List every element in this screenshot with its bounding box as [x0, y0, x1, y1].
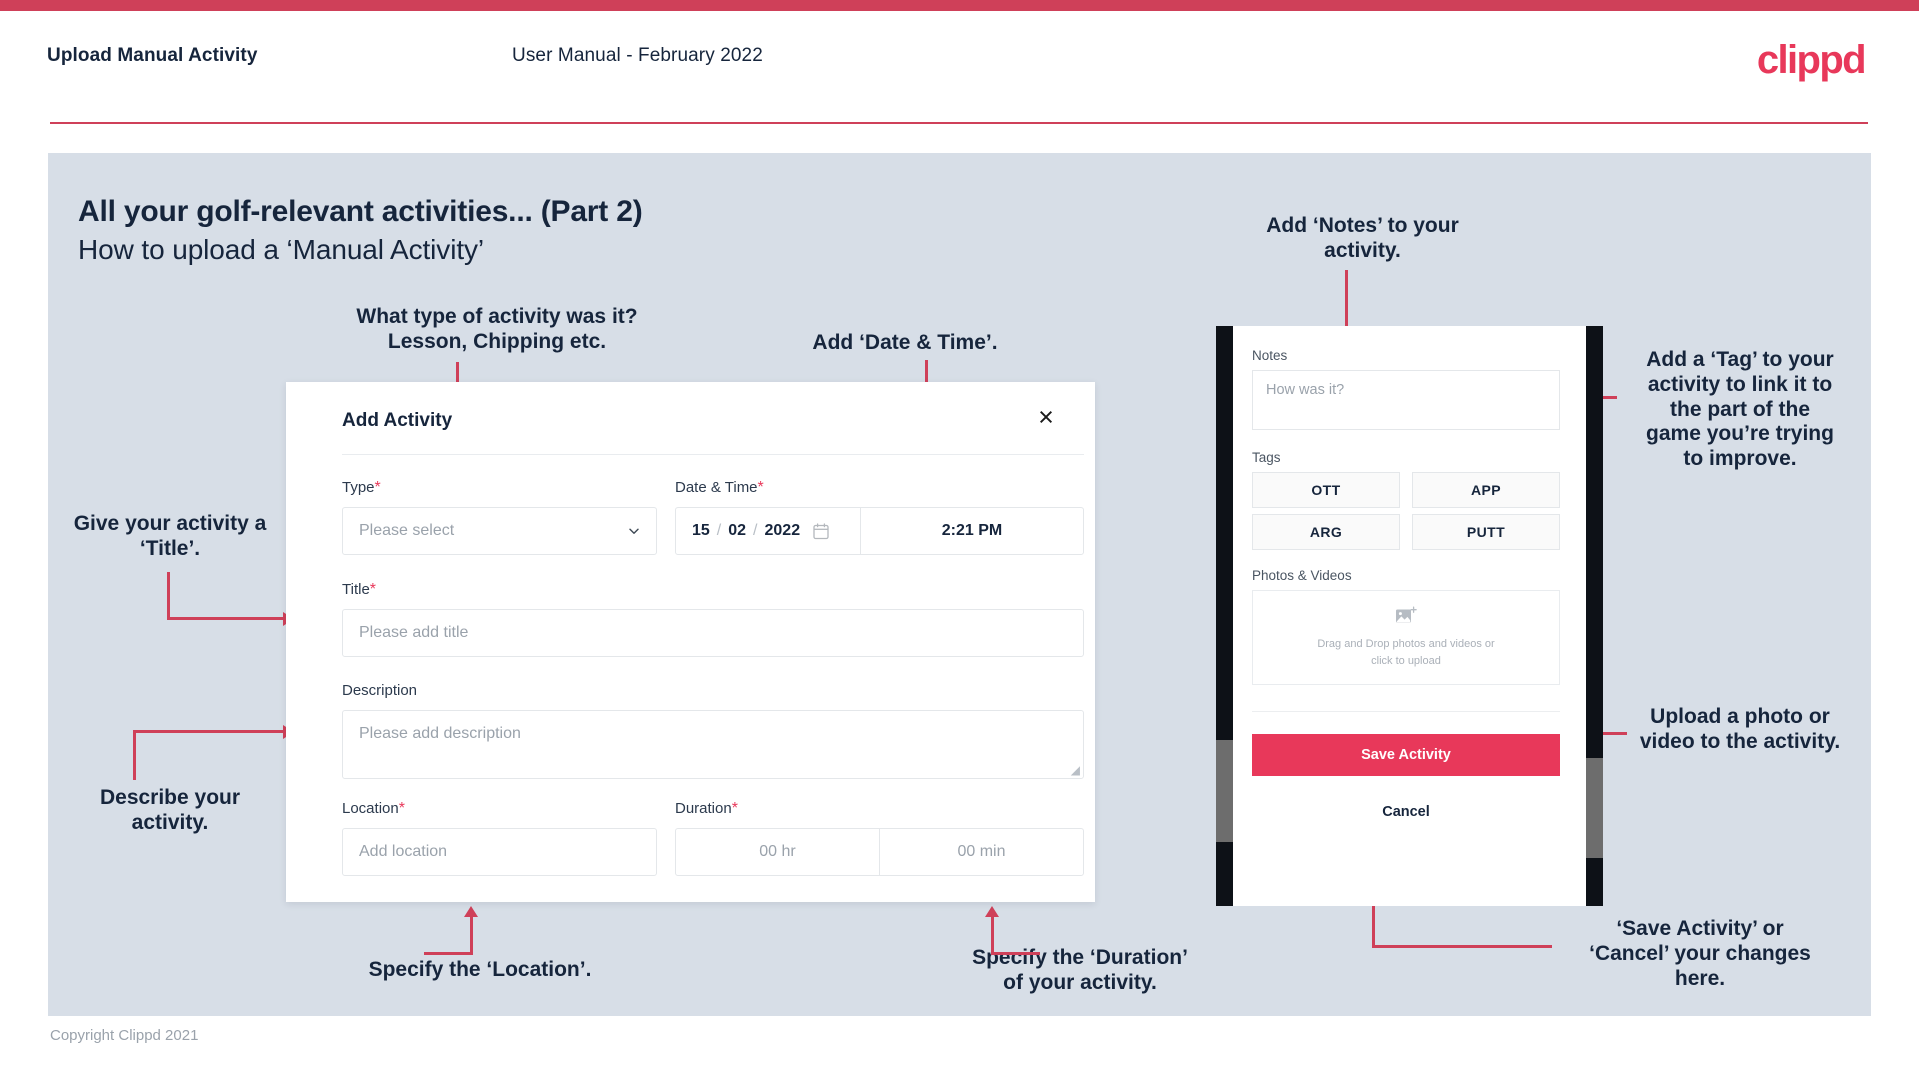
phone-right-button: [1586, 758, 1603, 858]
type-required-mark: *: [374, 479, 381, 496]
title-label-text: Title: [342, 581, 370, 598]
type-label-text: Type: [342, 479, 375, 496]
annotation-save: ‘Save Activity’ or ‘Cancel’ your changes…: [1589, 917, 1811, 990]
copyright-text: Copyright Clippd 2021: [50, 1027, 199, 1044]
add-activity-dialog: Add Activity × Type* Please select Date …: [286, 382, 1095, 902]
photos-label: Photos & Videos: [1252, 568, 1352, 583]
chevron-down-icon: [629, 528, 639, 534]
date-sep-2: /: [753, 522, 758, 539]
annotation-duration: Specify the ‘Duration’ of your activity.: [972, 946, 1188, 994]
clippd-logo: clippd: [1756, 38, 1867, 82]
slide-title: All your golf-relevant activities... (Pa…: [78, 195, 643, 228]
location-placeholder: Add location: [359, 843, 448, 860]
slide-subtitle: How to upload a ‘Manual Activity’: [78, 234, 485, 265]
annotation-location: Specify the ‘Location’.: [368, 958, 592, 981]
cancel-button[interactable]: Cancel: [1252, 804, 1560, 820]
phone-mockup: Notes How was it? Tags OTT APP ARG PUTT …: [1216, 326, 1603, 906]
manual-subtitle: User Manual - February 2022: [512, 45, 763, 66]
arrow-save-seg1: [1372, 945, 1552, 948]
phone-divider: [1252, 711, 1560, 712]
phone-left-button: [1216, 740, 1233, 842]
calendar-icon[interactable]: [813, 522, 829, 540]
notes-textarea[interactable]: How was it?: [1252, 370, 1560, 430]
date-year: 2022: [764, 522, 801, 539]
page-title: Upload Manual Activity: [47, 45, 258, 66]
dialog-title: Add Activity: [342, 410, 453, 431]
datetime-label: Date & Time*: [675, 479, 764, 497]
title-required-mark: *: [369, 581, 377, 598]
location-input[interactable]: Add location: [342, 828, 657, 876]
save-activity-button[interactable]: Save Activity: [1252, 734, 1560, 776]
annotation-notes: Add ‘Notes’ to your activity.: [1266, 214, 1459, 262]
duration-label: Duration*: [675, 800, 738, 818]
tag-button-arg[interactable]: ARG: [1252, 514, 1400, 550]
annotation-description: Describe your activity.: [99, 786, 241, 834]
arrow-dur-head: [985, 906, 999, 917]
type-select[interactable]: Please select: [342, 507, 657, 555]
duration-hours-input[interactable]: 00 hr: [676, 829, 879, 875]
tag-button-putt[interactable]: PUTT: [1412, 514, 1560, 550]
location-label-text: Location: [342, 800, 399, 817]
header-divider: [50, 122, 1868, 124]
location-required-mark: *: [398, 800, 405, 817]
datetime-field[interactable]: 15 / 02 / 2022 2:21 PM: [675, 507, 1084, 555]
description-label: Description: [342, 682, 417, 699]
annotation-title: Give your activity a ‘Title’.: [73, 512, 267, 560]
top-accent-bar: [0, 0, 1919, 11]
arrow-title-seg2: [167, 617, 285, 620]
annotation-tags: Add a ‘Tag’ to your activity to link it …: [1646, 348, 1834, 471]
description-textarea[interactable]: Please add description ◢: [342, 710, 1084, 779]
annotation-upload: Upload a photo or video to the activity.: [1639, 705, 1841, 753]
type-label: Type*: [342, 479, 381, 497]
arrow-title-seg1: [167, 572, 170, 620]
date-month: 02: [728, 522, 747, 539]
resize-handle-icon[interactable]: ◢: [1071, 764, 1080, 776]
duration-required-mark: *: [731, 800, 738, 817]
annotation-datetime: Add ‘Date & Time’.: [812, 331, 998, 354]
slide-page: Upload Manual Activity User Manual - Feb…: [0, 0, 1919, 1079]
arrow-loc-head: [464, 906, 478, 917]
time-input[interactable]: 2:21 PM: [861, 508, 1083, 554]
title-input[interactable]: Please add title: [342, 609, 1084, 657]
notes-placeholder: How was it?: [1266, 382, 1345, 398]
location-label: Location*: [342, 800, 405, 818]
title-label: Title*: [342, 581, 376, 599]
description-label-text: Description: [342, 682, 418, 699]
close-icon[interactable]: ×: [1031, 402, 1061, 432]
arrow-desc-seg2: [133, 730, 285, 733]
duration-minutes-input[interactable]: 00 min: [879, 829, 1083, 875]
phone-screen: Notes How was it? Tags OTT APP ARG PUTT …: [1233, 326, 1586, 906]
photo-dropzone[interactable]: Drag and Drop photos and videos or click…: [1252, 590, 1560, 685]
add-image-icon: [1396, 606, 1417, 623]
date-input[interactable]: 15 / 02 / 2022: [676, 508, 861, 554]
dropzone-text: Drag and Drop photos and videos or click…: [1317, 638, 1495, 667]
dialog-divider: [342, 454, 1084, 455]
notes-label: Notes: [1252, 348, 1288, 363]
title-input-placeholder: Please add title: [359, 624, 469, 641]
tag-button-ott[interactable]: OTT: [1252, 472, 1400, 508]
arrow-dur-seg1: [991, 913, 994, 955]
arrow-desc-seg1: [133, 730, 136, 780]
arrow-loc-seg1: [470, 913, 473, 955]
type-select-value: Please select: [359, 522, 455, 539]
date-day: 15: [692, 522, 710, 539]
datetime-label-text: Date & Time: [675, 479, 758, 496]
annotation-type: What type of activity was it? Lesson, Ch…: [356, 305, 638, 353]
date-sep-1: /: [716, 522, 722, 539]
datetime-required-mark: *: [757, 479, 764, 496]
duration-label-text: Duration: [675, 800, 732, 817]
duration-field: 00 hr 00 min: [675, 828, 1084, 876]
tag-button-app[interactable]: APP: [1412, 472, 1560, 508]
description-placeholder: Please add description: [359, 725, 521, 742]
tags-label: Tags: [1252, 450, 1281, 465]
arrow-loc-seg2: [424, 952, 473, 955]
arrow-dur-seg2: [991, 952, 1040, 955]
